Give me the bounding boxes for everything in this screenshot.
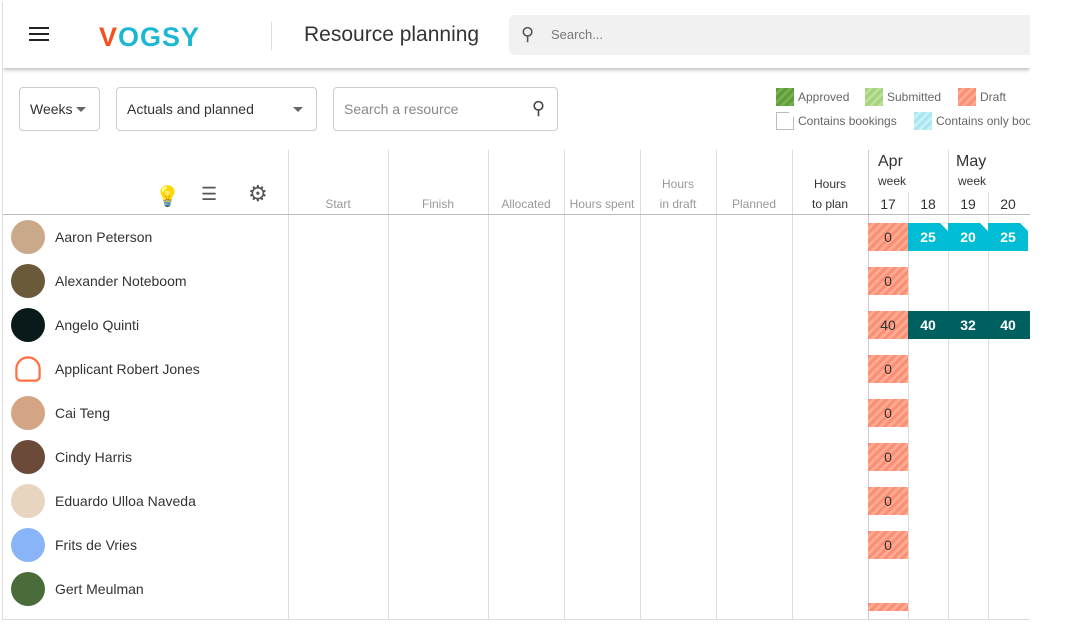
- col-allocated[interactable]: Allocated: [488, 194, 564, 214]
- caret-down-icon: [293, 107, 303, 112]
- resource-row[interactable]: Cindy Harris 0: [3, 435, 1030, 479]
- period-dropdown[interactable]: Weeks: [19, 87, 100, 131]
- resource-row[interactable]: Angelo Quinti4040324032: [3, 303, 1030, 347]
- mode-value: Actuals and planned: [127, 101, 254, 117]
- resource-name[interactable]: Eduardo Ulloa Naveda: [55, 493, 196, 509]
- week-hours-cell[interactable]: 32: [1028, 311, 1030, 339]
- col-hours-spent[interactable]: Hours spent: [564, 194, 640, 214]
- week-hours-cell[interactable]: 40: [868, 311, 908, 339]
- week-hours-cell[interactable]: 20: [948, 223, 988, 251]
- resource-row[interactable]: Gert Meulman: [3, 567, 1030, 611]
- week-label: week: [878, 174, 907, 188]
- col-finish[interactable]: Finish: [388, 194, 488, 214]
- week-18[interactable]: 18: [908, 194, 948, 214]
- week-hours-cell[interactable]: 0: [868, 487, 908, 515]
- resource-search-input[interactable]: Search a resource ⚲: [333, 87, 558, 131]
- resource-row[interactable]: Frits de Vries 0: [3, 523, 1030, 567]
- week-label: week: [958, 174, 987, 188]
- week-hours-cell[interactable]: 40: [988, 311, 1028, 339]
- resource-row[interactable]: Aaron Peterson 0 25 20 25: [3, 215, 1030, 259]
- week-hours-cell[interactable]: 0: [868, 443, 908, 471]
- col-hours-to-plan[interactable]: Hours to plan: [792, 174, 868, 214]
- week-hours-cell[interactable]: [868, 603, 908, 611]
- only-bookings-swatch: [914, 112, 932, 130]
- week-hours-cell[interactable]: 32: [948, 311, 988, 339]
- search-placeholder: Search...: [551, 27, 604, 42]
- caret-down-icon: [76, 107, 86, 112]
- week-hours-cell[interactable]: 25: [988, 223, 1028, 251]
- avatar: [11, 220, 45, 254]
- legend-contains-only-bookings: Contains only boo: [936, 114, 1030, 128]
- mode-dropdown[interactable]: Actuals and planned: [116, 87, 317, 131]
- lightbulb-icon[interactable]: 💡: [155, 184, 180, 209]
- resource-name[interactable]: Angelo Quinti: [55, 317, 139, 333]
- app-window: VOGSY Resource planning ⚲ Search... Week…: [2, 2, 1030, 620]
- legend-contains-bookings: Contains bookings: [798, 114, 897, 128]
- draft-swatch: [958, 88, 976, 106]
- resource-row[interactable]: Alexander Noteboom 0: [3, 259, 1030, 303]
- month-may: May: [956, 153, 987, 170]
- top-bar: VOGSY Resource planning ⚲ Search...: [3, 2, 1030, 68]
- col-start[interactable]: Start: [288, 194, 388, 214]
- divider: [271, 22, 272, 50]
- week-19[interactable]: 19: [948, 194, 988, 214]
- gear-icon[interactable]: ⚙: [248, 181, 268, 207]
- global-search-input[interactable]: ⚲ Search...: [509, 15, 1030, 55]
- page-title: Resource planning: [304, 23, 480, 46]
- resource-name[interactable]: Gert Meulman: [55, 581, 144, 597]
- resource-row[interactable]: Cai Teng 0: [3, 391, 1030, 435]
- col-planned[interactable]: Planned: [716, 194, 792, 214]
- week-hours-cell[interactable]: 0: [868, 531, 908, 559]
- week-hours-cell[interactable]: 0: [868, 223, 908, 251]
- resource-name[interactable]: Cai Teng: [55, 405, 110, 421]
- avatar: [11, 264, 45, 298]
- week-20[interactable]: 20: [988, 194, 1028, 214]
- week-hours-cell[interactable]: 25: [908, 223, 948, 251]
- week-hours-cell[interactable]: 0: [868, 267, 908, 295]
- search-icon: ⚲: [531, 98, 545, 118]
- legend-submitted: Submitted: [887, 90, 942, 104]
- resource-name[interactable]: Aaron Peterson: [55, 229, 152, 245]
- avatar: [11, 528, 45, 562]
- avatar: [11, 572, 45, 606]
- col-label: Hours: [661, 177, 694, 191]
- legend-approved: Approved: [798, 90, 850, 104]
- bookings-swatch-icon: [776, 112, 794, 130]
- filter-icon[interactable]: ☰: [201, 184, 217, 205]
- avatar: [11, 440, 45, 474]
- col-label: in draft: [659, 197, 697, 211]
- col-hours-in-draft[interactable]: Hours in draft: [640, 174, 716, 214]
- col-label: Hours: [813, 177, 846, 191]
- resource-row[interactable]: Applicant Robert Jones 0: [3, 347, 1030, 391]
- week-hours-cell[interactable]: 0: [868, 355, 908, 383]
- submitted-swatch: [865, 88, 883, 106]
- approved-swatch: [776, 88, 794, 106]
- vogsy-logo[interactable]: VOGSY: [99, 22, 200, 53]
- legend-draft: Draft: [980, 90, 1007, 104]
- week-17[interactable]: 17: [868, 194, 908, 214]
- avatar: [11, 396, 45, 430]
- month-apr: Apr: [878, 153, 903, 170]
- hamburger-menu-icon[interactable]: [29, 27, 49, 45]
- col-label: to plan: [811, 197, 849, 211]
- week-hours-cell[interactable]: 40: [908, 311, 948, 339]
- search-icon: ⚲: [521, 24, 535, 44]
- resource-name[interactable]: Cindy Harris: [55, 449, 132, 465]
- avatar: [11, 484, 45, 518]
- week-hours-cell[interactable]: 0: [868, 399, 908, 427]
- resource-name[interactable]: Frits de Vries: [55, 537, 137, 553]
- person-outline-icon: [15, 356, 41, 382]
- period-value: Weeks: [30, 101, 73, 117]
- resource-row[interactable]: Eduardo Ulloa Naveda 0: [3, 479, 1030, 523]
- avatar: [11, 308, 45, 342]
- resource-search-placeholder: Search a resource: [344, 101, 459, 117]
- resource-name[interactable]: Alexander Noteboom: [55, 273, 187, 289]
- resource-name[interactable]: Applicant Robert Jones: [55, 361, 200, 377]
